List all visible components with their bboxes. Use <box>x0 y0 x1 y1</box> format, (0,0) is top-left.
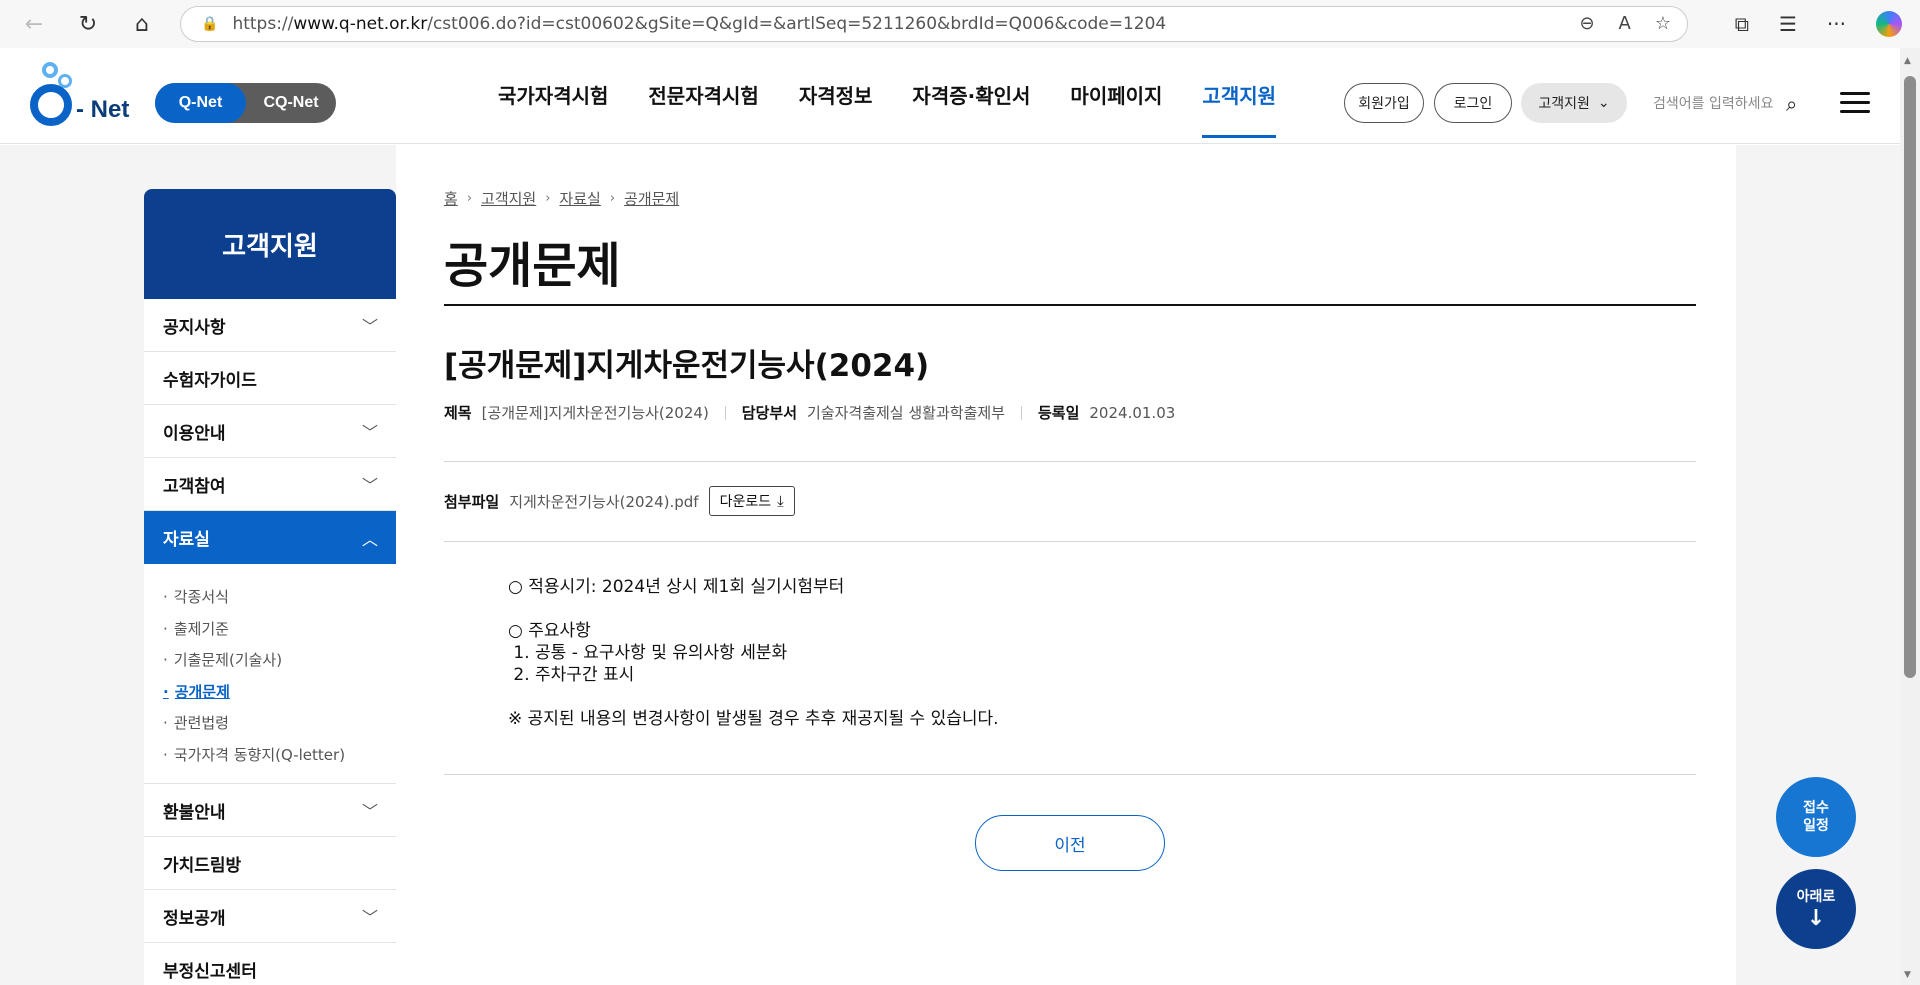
signup-button[interactable]: 회원가입 <box>1344 83 1424 123</box>
address-bar[interactable]: 🔒 https://www.q-net.or.kr/cst006.do?id=c… <box>180 6 1688 42</box>
toggle-qnet[interactable]: Q-Net <box>155 83 246 123</box>
post-body: ○ 적용시기: 2024년 상시 제1회 실기시험부터 ○ 주요사항 1. 공통… <box>508 577 999 729</box>
scroll-down-button[interactable]: 아래로 ↓ <box>1776 869 1856 949</box>
meta-date-label: 등록일 <box>1037 404 1080 422</box>
sidebar-title: 고객지원 <box>144 189 396 299</box>
sidebar-item-guide[interactable]: 수험자가이드 <box>144 352 396 405</box>
sidebar-item-value-room[interactable]: 가치드림방 <box>144 837 396 890</box>
site-toggle: Q-Net CQ-Net <box>155 83 336 123</box>
main-nav: 국가자격시험 전문자격시험 자격정보 자격증·확인서 마이페이지 고객지원 <box>498 48 1316 144</box>
chevron-down-icon: ﹀ <box>361 317 378 336</box>
lock-icon: 🔒 <box>201 16 219 32</box>
download-icon: ⤓ <box>777 492 784 510</box>
reload-icon[interactable]: ↻ <box>68 4 108 44</box>
sidebar-item-report-center[interactable]: 부정신고센터 <box>144 943 396 985</box>
copilot-icon[interactable] <box>1876 11 1902 37</box>
nav-support[interactable]: 고객지원 <box>1202 48 1276 144</box>
submenu-criteria[interactable]: · 출제기준 <box>163 614 396 646</box>
divider <box>444 461 1696 462</box>
post-title: [공개문제]지게차운전기능사(2024) <box>444 348 930 384</box>
favorites-icon[interactable]: ☰ <box>1779 12 1797 36</box>
chevron-down-icon: ﹀ <box>361 423 378 442</box>
category-select[interactable]: 고객지원 ⌄ <box>1521 83 1627 123</box>
breadcrumb-archive[interactable]: 자료실 <box>559 188 600 209</box>
breadcrumb: 홈 › 고객지원 › 자료실 › 공개문제 <box>444 188 679 209</box>
toggle-cqnet[interactable]: CQ-Net <box>246 83 336 123</box>
search-input[interactable]: 검색어를 입력하세요 <box>1653 93 1773 113</box>
favorite-star-icon[interactable]: ☆ <box>1655 13 1671 34</box>
attachment-filename[interactable]: 지게차운전기능사(2024).pdf <box>509 491 698 512</box>
breadcrumb-home[interactable]: 홈 <box>444 188 458 209</box>
chevron-up-icon: ︿ <box>361 529 378 549</box>
title-divider <box>444 304 1696 306</box>
extensions-icon[interactable]: ⧉ <box>1735 12 1749 36</box>
meta-dept-value: 기술자격출제실 생활과학출제부 <box>807 404 1005 422</box>
nav-mypage[interactable]: 마이페이지 <box>1070 48 1162 144</box>
divider <box>444 774 1696 775</box>
menu-icon[interactable] <box>1840 92 1870 114</box>
arrow-down-icon: ↓ <box>1806 906 1826 931</box>
zoom-out-icon[interactable]: ⊖ <box>1579 13 1594 34</box>
sidebar-item-disclosure[interactable]: 정보공개 ﹀ <box>144 890 396 943</box>
home-icon[interactable]: ⌂ <box>122 4 162 44</box>
back-icon[interactable]: ← <box>14 4 54 44</box>
chevron-right-icon: › <box>609 191 616 206</box>
page-title: 공개문제 <box>444 238 621 294</box>
post-meta: 제목 [공개문제]지게차운전기능사(2024) 담당부서 기술자격출제실 생활과… <box>444 402 1175 423</box>
sidebar-item-notice[interactable]: 공지사항 ﹀ <box>144 299 396 352</box>
sidebar-submenu: · 각종서식 · 출제기준 · 기출문제(기술사) · 공개문제 · 관련법령 · 국가자격… <box>144 564 396 784</box>
attachment-row: 첨부파일 지게차운전기능사(2024).pdf 다운로드 ⤓ <box>444 486 795 516</box>
submenu-laws[interactable]: · 관련법령 <box>163 708 396 740</box>
schedule-button[interactable]: 접수 일정 <box>1776 777 1856 857</box>
nav-national-exam[interactable]: 국가자격시험 <box>498 48 608 144</box>
chevron-right-icon: › <box>545 191 551 206</box>
site-header: - Net Q-Net CQ-Net 국가자격시험 전문자격시험 자격정보 자격… <box>0 48 1900 144</box>
nav-professional-exam[interactable]: 전문자격시험 <box>648 48 758 144</box>
submenu-public-questions[interactable]: · 공개문제 <box>163 677 396 709</box>
sidebar-item-archive[interactable]: 자료실 ︿ <box>144 511 396 564</box>
url-text: https://www.q-net.or.kr/cst006.do?id=cst… <box>232 14 1167 34</box>
qnet-logo[interactable]: - Net <box>30 62 130 128</box>
attachment-label: 첨부파일 <box>444 492 500 511</box>
sidebar-item-usage[interactable]: 이용안내 ﹀ <box>144 405 396 458</box>
sidebar: 고객지원 공지사항 ﹀ 수험자가이드 이용안내 ﹀ 고객참여 ﹀ 자료실 ︿ · 각종서식… <box>144 189 396 985</box>
prev-button[interactable]: 이전 <box>975 815 1165 871</box>
meta-date-value: 2024.01.03 <box>1089 403 1176 422</box>
more-icon[interactable]: ··· <box>1827 12 1846 36</box>
sidebar-item-participation[interactable]: 고객참여 ﹀ <box>144 458 396 511</box>
scroll-up-icon[interactable]: ▲ <box>1904 56 1911 66</box>
meta-title-label: 제목 <box>444 404 472 422</box>
chevron-down-icon: ﹀ <box>361 476 378 495</box>
submenu-past-exams[interactable]: · 기출문제(기술사) <box>163 645 396 677</box>
login-button[interactable]: 로그인 <box>1434 83 1512 123</box>
breadcrumb-current[interactable]: 공개문제 <box>624 188 679 209</box>
scroll-down-icon[interactable]: ▼ <box>1904 970 1911 980</box>
submenu-qletter[interactable]: · 국가자격 동향지(Q-letter) <box>163 740 396 772</box>
read-aloud-icon[interactable]: A <box>1619 13 1631 34</box>
nav-qualification-info[interactable]: 자격정보 <box>799 48 873 144</box>
chevron-down-icon: ﹀ <box>361 908 378 927</box>
divider <box>444 541 1696 542</box>
sidebar-item-refund[interactable]: 환불안내 ﹀ <box>144 784 396 837</box>
submenu-forms[interactable]: · 각종서식 <box>163 582 396 614</box>
meta-title-value: [공개문제]지게차운전기능사(2024) <box>481 404 709 422</box>
chevron-down-icon: ﹀ <box>361 802 378 821</box>
nav-certificate[interactable]: 자격증·확인서 <box>912 48 1030 144</box>
chevron-down-icon: ⌄ <box>1597 95 1610 111</box>
meta-dept-label: 담당부서 <box>741 404 797 422</box>
breadcrumb-support[interactable]: 고객지원 <box>481 188 536 209</box>
chevron-right-icon: › <box>466 191 473 206</box>
download-button[interactable]: 다운로드 ⤓ <box>708 486 795 516</box>
search-icon[interactable]: ⌕ <box>1786 92 1797 116</box>
scrollbar-thumb[interactable] <box>1904 76 1916 678</box>
browser-toolbar: ← ↻ ⌂ 🔒 https://www.q-net.or.kr/cst006.d… <box>0 0 1920 48</box>
